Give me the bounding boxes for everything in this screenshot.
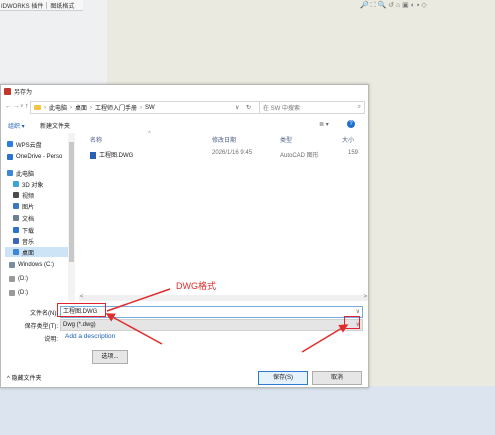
arrow-to-filename xyxy=(105,313,163,345)
arrow-to-filename-top xyxy=(106,288,171,312)
arrow-to-filetype xyxy=(301,324,349,353)
annotation-arrows xyxy=(105,288,349,353)
